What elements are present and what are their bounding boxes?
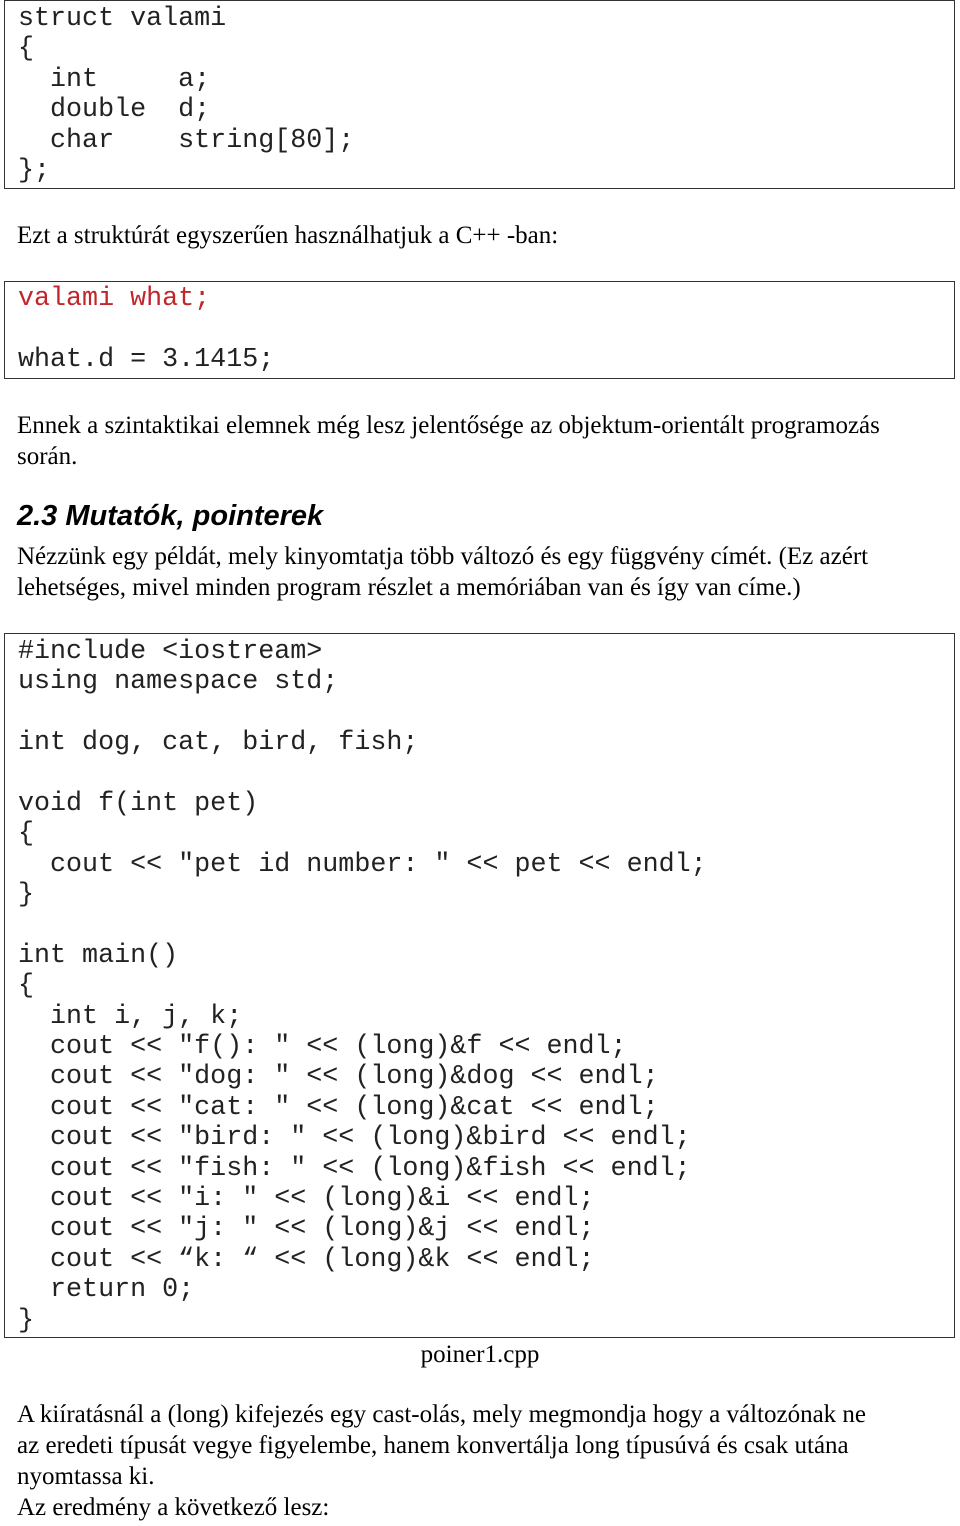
paragraph-syntax-note: Ennek a szintaktikai elemnek még lesz je… xyxy=(17,410,952,472)
text-line: Nézzünk egy példát, mely kinyomtatja töb… xyxy=(17,543,869,570)
text-line: Az eredmény a következő lesz: xyxy=(17,1494,330,1521)
code-line: what.d = 3.1415; xyxy=(18,344,275,375)
code-line: double d; xyxy=(18,95,211,126)
code-line: cout << “k: “ << (long)&k << endl; xyxy=(18,1244,595,1275)
text-line: Ezt a struktúrát egyszerűen használhatju… xyxy=(17,222,559,249)
code-block-pointers: #include <iostream> using namespace std; i… xyxy=(4,633,955,1338)
text-line: során. xyxy=(17,443,78,470)
code-line: cout << "j: " << (long)&j << endl; xyxy=(18,1214,595,1245)
code-line: using namespace std; xyxy=(18,667,339,698)
code-line: int dog, cat, bird, fish; xyxy=(18,728,419,759)
code-caption: poiner1.cpp xyxy=(420,1341,540,1368)
code-line: char string[80]; xyxy=(18,125,355,156)
code-line: { xyxy=(18,971,35,1002)
code-line: return 0; xyxy=(18,1275,195,1306)
text-line: nyomtassa ki. xyxy=(17,1463,155,1490)
paragraph-intro: Nézzünk egy példát, mely kinyomtatja töb… xyxy=(17,541,952,603)
text-line: az eredeti típusát vegye figyelembe, han… xyxy=(17,1432,849,1459)
code-line: { xyxy=(18,34,35,65)
code-line: #include <iostream> xyxy=(18,637,323,667)
code-line: void f(int pet) xyxy=(18,788,259,819)
paragraph-cast-explanation: A kiíratásnál a (long) kifejezés egy cas… xyxy=(17,1399,952,1523)
code-line: cout << "pet id number: " << pet << endl… xyxy=(18,849,707,880)
code-line: cout << "dog: " << (long)&dog << endl; xyxy=(18,1062,659,1093)
code-line: struct valami xyxy=(18,4,227,34)
section-heading: 2.3 Mutatók, pointerek xyxy=(17,500,324,532)
text-line: A kiíratásnál a (long) kifejezés egy cas… xyxy=(17,1401,867,1428)
text-line: lehetséges, mivel minden program részlet… xyxy=(17,574,801,601)
code-line: int i, j, k; xyxy=(18,1001,243,1032)
code-line: cout << "f(): " << (long)&f << endl; xyxy=(18,1032,627,1063)
code-block-struct: struct valami{ int a; double d; char str… xyxy=(4,0,955,189)
code-line: int a; xyxy=(18,64,211,95)
code-line: cout << "fish: " << (long)&fish << endl; xyxy=(18,1153,691,1184)
code-line: cout << "bird: " << (long)&bird << endl; xyxy=(18,1123,691,1154)
code-line: int main() xyxy=(18,940,179,971)
paragraph-usage: Ezt a struktúrát egyszerűen használhatju… xyxy=(17,220,952,251)
text-line: Ennek a szintaktikai elemnek még lesz je… xyxy=(17,412,880,439)
code-line: cout << "i: " << (long)&i << endl; xyxy=(18,1184,595,1215)
code-line: { xyxy=(18,819,35,850)
code-line: } xyxy=(18,880,35,911)
code-block-usage: valami what; what.d = 3.1415; xyxy=(4,281,955,379)
code-line: }; xyxy=(18,155,51,186)
code-line: cout << "cat: " << (long)&cat << endl; xyxy=(18,1092,659,1123)
code-line: valami what; xyxy=(18,284,211,314)
code-line: } xyxy=(18,1305,35,1336)
